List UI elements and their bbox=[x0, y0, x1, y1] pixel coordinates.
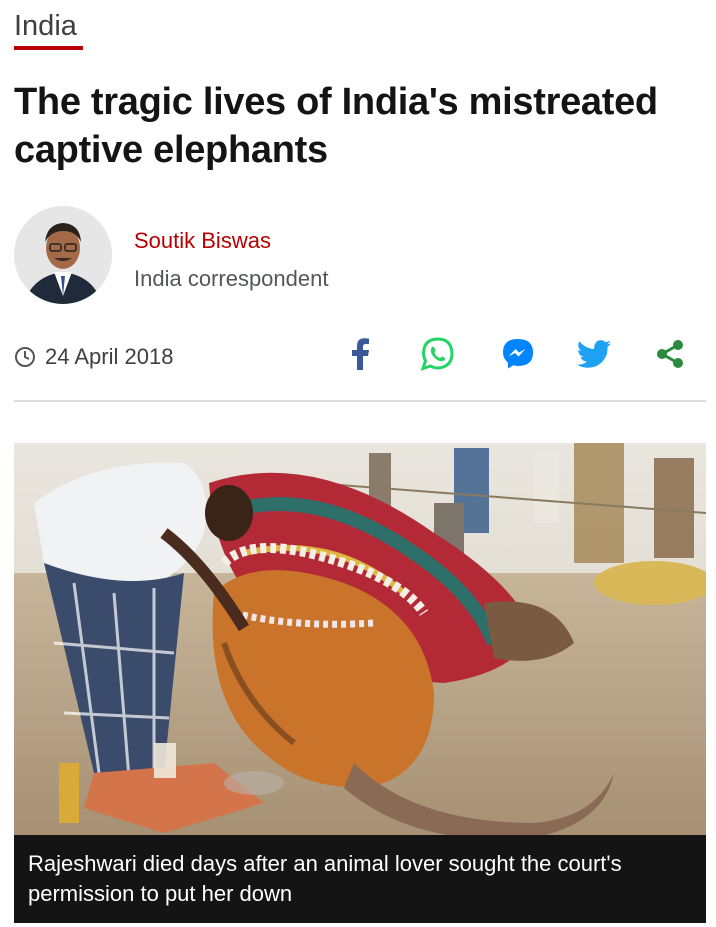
author-name[interactable]: Soutik Biswas bbox=[134, 228, 271, 254]
twitter-icon bbox=[577, 339, 611, 373]
whatsapp-icon bbox=[420, 336, 455, 376]
article-headline: The tragic lives of India's mistreated c… bbox=[14, 81, 658, 171]
author-avatar bbox=[14, 206, 112, 304]
header-divider bbox=[14, 400, 706, 402]
share-icon bbox=[655, 339, 685, 374]
facebook-share-button[interactable] bbox=[346, 336, 376, 376]
facebook-icon bbox=[352, 337, 370, 375]
twitter-share-button[interactable] bbox=[574, 336, 614, 376]
share-tools bbox=[0, 336, 716, 376]
section-link-india[interactable]: India bbox=[14, 8, 77, 44]
messenger-share-button[interactable] bbox=[498, 336, 538, 376]
whatsapp-share-button[interactable] bbox=[418, 336, 458, 376]
messenger-icon bbox=[501, 337, 535, 376]
share-button[interactable] bbox=[652, 336, 688, 376]
section-underline bbox=[14, 46, 83, 50]
article-photo[interactable]: Rajeshwari died days after an animal lov… bbox=[14, 443, 706, 923]
photo-caption: Rajeshwari died days after an animal lov… bbox=[14, 835, 706, 923]
author-role: India correspondent bbox=[134, 266, 329, 291]
